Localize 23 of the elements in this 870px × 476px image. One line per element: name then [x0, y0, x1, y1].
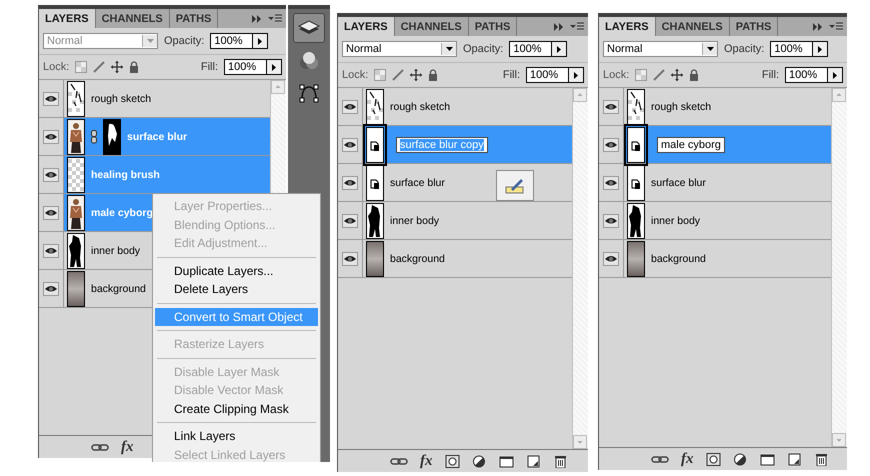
layer-name: rough sketch: [390, 100, 450, 112]
layer-name: background: [651, 252, 706, 264]
lock-label: Lock:: [43, 61, 70, 73]
layer-name: inner body: [390, 214, 440, 226]
opacity-label: Opacity:: [463, 43, 504, 55]
fill-label: Fill:: [200, 61, 218, 73]
opacity-label: Opacity:: [164, 35, 204, 47]
layer-name: male cyborg: [91, 206, 153, 218]
fill-label: Fill:: [762, 69, 779, 81]
layer-name: background: [390, 252, 445, 264]
opacity-label: Opacity:: [724, 43, 764, 55]
lock-label: Lock:: [603, 69, 630, 81]
layer-name: surface blur: [651, 176, 706, 188]
layer-name: rough sketch: [91, 92, 152, 104]
layer-name: surface blur: [127, 130, 188, 142]
fill-label: Fill:: [502, 69, 520, 81]
layer-name: healing brush: [91, 168, 160, 180]
lock-label: Lock:: [342, 69, 368, 81]
layer-name: rough sketch: [651, 100, 712, 112]
layer-name: surface blur: [390, 176, 445, 188]
layer-name: inner body: [651, 214, 700, 226]
layer-name: background: [91, 282, 146, 294]
layer-name: inner body: [91, 244, 140, 256]
